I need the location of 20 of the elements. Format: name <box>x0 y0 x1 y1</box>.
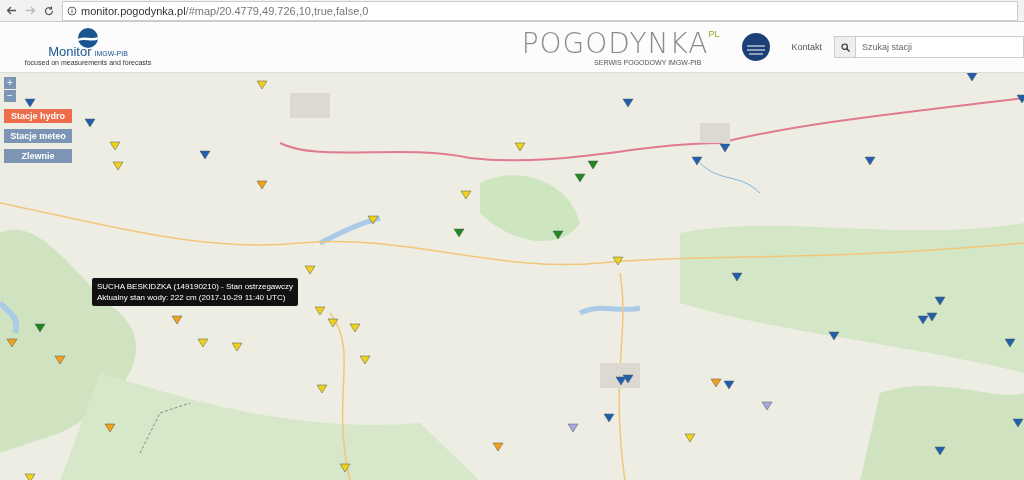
search-icon <box>840 42 850 52</box>
institute-emblem-icon <box>741 32 772 62</box>
search-button[interactable] <box>834 36 856 58</box>
layer-button[interactable]: Stacje hydro <box>4 109 72 123</box>
zoom-in-button[interactable]: + <box>4 77 16 89</box>
contact-link[interactable]: Kontakt <box>791 42 822 52</box>
search-field[interactable]: Szukaj stacji <box>856 36 1024 58</box>
layer-button[interactable]: Stacje meteo <box>4 129 72 143</box>
zoom-out-button[interactable]: − <box>4 90 16 102</box>
layer-button[interactable]: Zlewnie <box>4 149 72 163</box>
monitor-logo-name: Monitor <box>48 44 92 59</box>
address-bar[interactable]: monitor.pogodynka.pl/#map/20.4779,49.726,10,true,false,0 <box>62 0 1018 21</box>
tooltip-detail: Aktualny stan wody: 222 cm (2017-10-29 11:40 UTC) <box>97 292 287 303</box>
reload-icon[interactable] <box>44 5 54 16</box>
monitor-logo-icon <box>76 28 100 48</box>
info-icon <box>67 5 77 16</box>
back-arrow-icon[interactable] <box>6 6 17 15</box>
pogodynka-logo-name: POGODYNKA <box>521 28 709 59</box>
pogodynka-logo-suffix: PL <box>708 28 720 39</box>
tooltip-title: SUCHA BESKIDZKA (149190210) - Stan ostrzegawczy <box>97 281 294 292</box>
